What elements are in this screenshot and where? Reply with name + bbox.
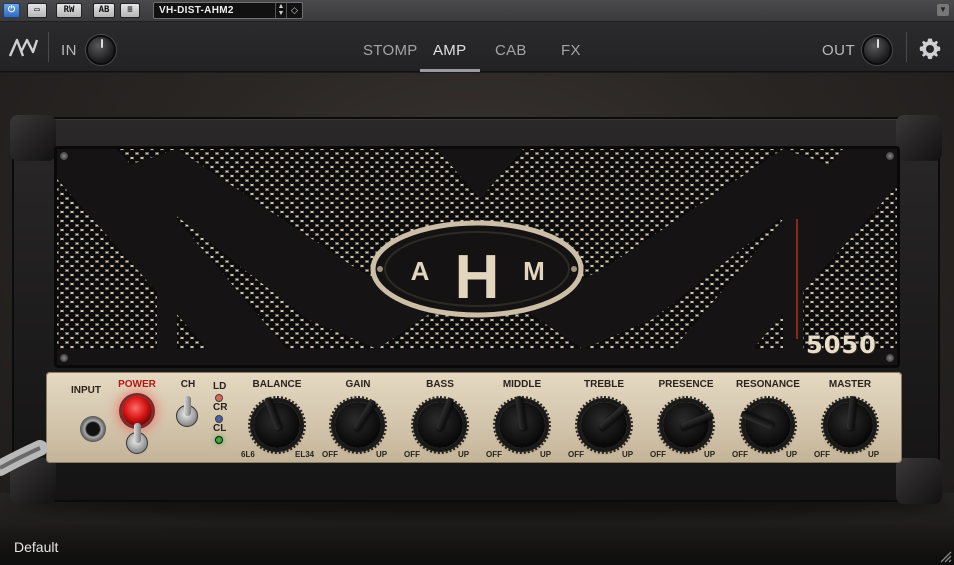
- channel-led-label: LD: [213, 381, 227, 392]
- screw: [886, 354, 894, 362]
- preset-selector[interactable]: VH-DIST-AHM2 ▲ ▼ ◇: [153, 2, 303, 19]
- power-lamp: [122, 396, 152, 426]
- knob-label: MIDDLE: [502, 379, 542, 390]
- screw: [60, 354, 68, 362]
- knob-resonance[interactable]: [740, 402, 791, 448]
- knob-label: TREBLE: [584, 379, 624, 390]
- tab-stomp[interactable]: STOMP: [363, 42, 418, 59]
- switch-lever: [134, 423, 141, 443]
- input-gain-label: IN: [61, 42, 77, 59]
- brand-logo-icon: [9, 38, 39, 57]
- knob-treble[interactable]: [581, 402, 629, 448]
- knob-min-label: OFF: [404, 450, 420, 459]
- emblem-letter-h: H: [455, 243, 500, 312]
- gear-icon[interactable]: [918, 37, 942, 61]
- screw: [886, 152, 894, 160]
- knob-max-label: UP: [786, 450, 798, 459]
- divider: [48, 32, 49, 62]
- compare-icon[interactable]: ▭: [27, 3, 47, 18]
- knob-label: BALANCE: [252, 379, 302, 390]
- knob-bass[interactable]: [417, 396, 463, 448]
- knob-label: MASTER: [828, 379, 872, 390]
- knob-pointer: [263, 396, 283, 431]
- emblem-letter-m: M: [523, 256, 545, 286]
- knob-pointer: [598, 403, 629, 432]
- knob-label: PRESENCE: [658, 379, 714, 390]
- output-gain-label: OUT: [822, 42, 856, 59]
- active-tab-indicator: [420, 69, 480, 72]
- input-gain-knob[interactable]: [86, 35, 116, 65]
- channel-led-indicator: [215, 415, 223, 423]
- switch-lever: [184, 396, 191, 416]
- knob-presence[interactable]: [663, 402, 715, 448]
- preset-label[interactable]: Default: [14, 539, 58, 555]
- channel-led-indicator: [215, 436, 223, 444]
- channel-switch[interactable]: [176, 396, 198, 427]
- host-toolbar: ⏻ ▭ RW AB ≡ VH-DIST-AHM2 ▲ ▼ ◇ ▼: [0, 0, 954, 22]
- knob-gain[interactable]: [335, 398, 381, 448]
- preset-name: VH-DIST-AHM2: [159, 5, 234, 16]
- model-badge: 5050: [806, 331, 877, 359]
- knob-min-label: OFF: [732, 450, 748, 459]
- tab-amp[interactable]: AMP: [433, 42, 466, 59]
- tab-cab[interactable]: CAB: [495, 42, 527, 59]
- plugin-header: IN STOMP AMP CAB FX OUT: [0, 22, 954, 72]
- list-icon[interactable]: ≡: [120, 3, 140, 18]
- preset-stepper-icon[interactable]: ▲ ▼: [275, 3, 286, 18]
- knob-master[interactable]: [827, 395, 873, 448]
- knob-max-label: UP: [868, 450, 880, 459]
- knob-balance[interactable]: [254, 396, 300, 448]
- resize-grip-icon[interactable]: [936, 547, 952, 563]
- ab-compare-button[interactable]: AB: [93, 3, 115, 18]
- knob-max-label: UP: [458, 450, 470, 459]
- knob-min-label: OFF: [568, 450, 584, 459]
- knob-min-label: OFF: [486, 450, 502, 459]
- output-gain-knob[interactable]: [862, 35, 892, 65]
- amp-corner: [10, 115, 56, 161]
- footer-bar: [0, 525, 954, 565]
- channel-led-indicator: [215, 394, 223, 402]
- read-write-button[interactable]: RW: [56, 3, 82, 18]
- amp-corner: [896, 115, 942, 161]
- knob-min-label: OFF: [814, 450, 830, 459]
- knob-max-label: UP: [540, 450, 552, 459]
- knob-min-label: 6L6: [241, 450, 255, 459]
- knob-label: RESONANCE: [736, 379, 800, 390]
- knob-min-label: OFF: [650, 450, 666, 459]
- knob-label: GAIN: [345, 379, 371, 390]
- brand-emblem: A H M: [370, 220, 584, 318]
- emblem-letter-a: A: [411, 256, 430, 286]
- control-panel: INPUT POWER CH LD CR CL BALANCE 6L6 EL34 GAIN…: [46, 372, 902, 463]
- input-jack: [80, 416, 106, 442]
- amp-stage: A H M 5050 INPUT POWER CH LD CR CL BALANCE…: [0, 73, 954, 565]
- screw: [60, 152, 68, 160]
- channel-led-label: CR: [213, 402, 228, 413]
- tab-fx[interactable]: FX: [561, 42, 581, 59]
- knob-max-label: UP: [376, 450, 388, 459]
- preset-menu-icon[interactable]: ◇: [286, 3, 302, 18]
- knob-middle[interactable]: [499, 395, 545, 448]
- guitar-cable: [0, 440, 48, 476]
- knob-max-label: EL34: [295, 450, 315, 459]
- knob-min-label: OFF: [322, 450, 338, 459]
- divider: [906, 32, 907, 62]
- knob-max-label: UP: [622, 450, 634, 459]
- collapse-icon[interactable]: ▼: [937, 4, 949, 16]
- power-switch[interactable]: [126, 423, 148, 454]
- channel-led-label: CL: [213, 423, 227, 434]
- knob-pointer: [740, 410, 775, 430]
- knob-label: BASS: [426, 379, 454, 390]
- knob-max-label: UP: [704, 450, 716, 459]
- amp-corner: [896, 458, 942, 504]
- knob-pointer: [435, 396, 455, 432]
- power-icon[interactable]: ⏻: [3, 3, 20, 18]
- knob-pointer: [352, 398, 377, 432]
